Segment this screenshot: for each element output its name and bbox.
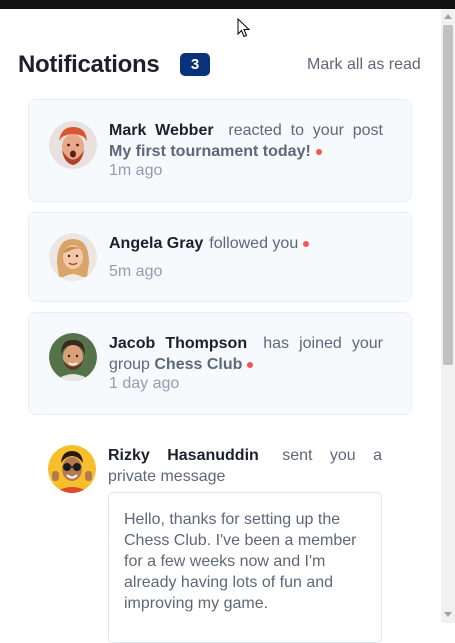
notification-item[interactable]: Rizky Hasanuddin sent you a private mess…	[28, 425, 410, 643]
notification-text: Rizky Hasanuddin sent you a private mess…	[108, 445, 382, 487]
unread-dot-icon	[247, 361, 254, 368]
avatar	[48, 445, 96, 493]
scrollbar-thumb[interactable]	[443, 25, 453, 365]
unread-dot-icon	[303, 240, 310, 247]
window-top-bar	[0, 0, 455, 9]
avatar	[49, 121, 97, 169]
notification-item[interactable]: Mark Webber reacted to your post My firs…	[28, 99, 412, 202]
notification-time: 1m ago	[109, 162, 163, 179]
notification-item[interactable]: Jacob Thompson has joined your group Che…	[28, 312, 412, 415]
user-name-link[interactable]: Angela Gray	[109, 235, 203, 252]
avatar	[49, 333, 97, 381]
private-message-preview[interactable]: Hello, thanks for setting up the Chess C…	[108, 492, 382, 643]
page-title: Notifications	[18, 51, 160, 78]
notification-time: 5m ago	[109, 263, 163, 280]
avatar	[49, 233, 97, 281]
post-link[interactable]: My first tournament today!	[109, 143, 311, 160]
notification-text: Angela Gray followed you	[109, 233, 383, 254]
notification-time: 1 day ago	[109, 375, 180, 392]
mark-all-as-read-button[interactable]: Mark all as read	[307, 56, 421, 74]
unread-count-badge: 3	[180, 53, 210, 76]
user-name-link[interactable]: Mark Webber	[109, 122, 214, 139]
scroll-up-arrow-icon[interactable]	[444, 14, 452, 19]
user-name-link[interactable]: Jacob Thompson	[109, 335, 247, 352]
notification-action: reacted to your post	[228, 122, 383, 139]
notification-text: Jacob Thompson has joined your group Che…	[109, 333, 383, 375]
unread-dot-icon	[315, 148, 322, 155]
group-link[interactable]: Chess Club	[154, 356, 242, 373]
notification-item[interactable]: Angela Gray followed you 5m ago	[28, 212, 412, 302]
notification-action: followed you	[209, 235, 299, 252]
notification-text: Mark Webber reacted to your post My firs…	[109, 120, 383, 162]
user-name-link[interactable]: Rizky Hasanuddin	[108, 447, 259, 464]
scroll-down-arrow-icon[interactable]	[444, 612, 452, 617]
mouse-cursor-icon	[237, 18, 251, 38]
